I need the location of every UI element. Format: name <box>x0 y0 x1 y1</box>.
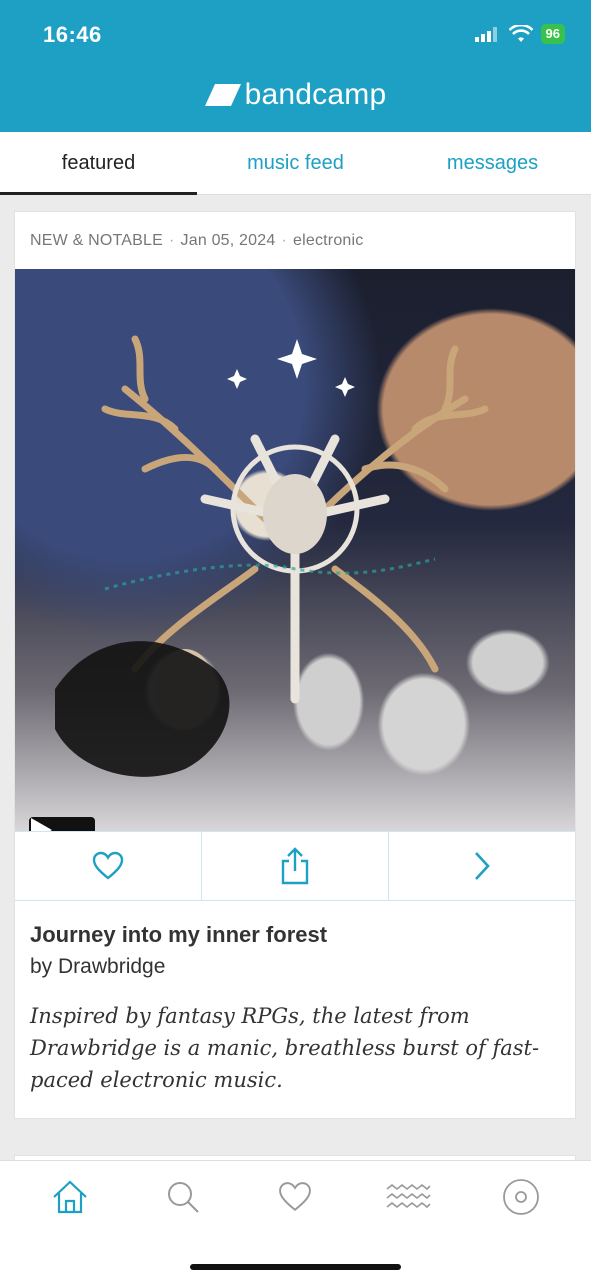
waves-icon <box>386 1183 431 1209</box>
battery-indicator: 96 <box>540 24 565 44</box>
share-button[interactable] <box>201 832 388 900</box>
search-icon <box>167 1182 199 1213</box>
wishlist-button[interactable] <box>15 832 201 900</box>
card-actions <box>15 831 575 901</box>
bandcamp-logo[interactable]: bandcamp <box>0 78 591 112</box>
brand-name: bandcamp <box>244 78 387 111</box>
signal-icon <box>474 27 497 42</box>
vinyl-icon <box>502 1179 539 1215</box>
card-genre[interactable]: electronic <box>293 232 363 249</box>
play-button[interactable] <box>29 817 95 831</box>
bandcamp-mark-icon <box>204 84 241 106</box>
wifi-icon <box>508 25 533 42</box>
app-header: 16:46 96 bandcamp <box>0 0 591 132</box>
heart-icon <box>92 851 124 880</box>
nav-feed[interactable] <box>378 1173 438 1221</box>
tab-music-feed[interactable]: music feed <box>197 132 394 194</box>
card-category[interactable]: NEW & NOTABLE <box>30 232 163 249</box>
nav-wishlist[interactable] <box>265 1173 325 1221</box>
status-time: 16:46 <box>43 22 102 47</box>
bottom-nav <box>0 1160 591 1281</box>
tab-messages[interactable]: messages <box>394 132 591 194</box>
album-description: Inspired by fantasy RPGs, the latest fro… <box>30 1004 540 1092</box>
feature-card: NEW & NOTABLE · Jan 05, 2024 · electronic <box>14 211 576 1119</box>
album-title[interactable]: Journey into my inner forest <box>30 922 327 948</box>
card-meta: NEW & NOTABLE · Jan 05, 2024 · electronic <box>30 232 364 249</box>
home-icon <box>53 1180 88 1214</box>
share-icon <box>281 847 309 885</box>
chevron-right-icon <box>475 852 490 880</box>
album-artist[interactable]: by Drawbridge <box>30 955 165 979</box>
open-album-button[interactable] <box>388 832 575 900</box>
home-indicator <box>190 1264 401 1270</box>
status-icons: 96 <box>474 24 565 44</box>
card-date: Jan 05, 2024 <box>180 232 276 249</box>
artwork-illustration <box>55 335 489 777</box>
top-tabs: featured music feed messages <box>0 132 591 195</box>
heart-icon <box>279 1182 312 1212</box>
album-artwork[interactable] <box>15 269 575 831</box>
play-icon <box>31 818 52 831</box>
nav-collection[interactable] <box>491 1173 551 1221</box>
nav-home[interactable] <box>40 1173 100 1221</box>
tab-featured[interactable]: featured <box>0 132 197 195</box>
nav-search[interactable] <box>153 1173 213 1221</box>
